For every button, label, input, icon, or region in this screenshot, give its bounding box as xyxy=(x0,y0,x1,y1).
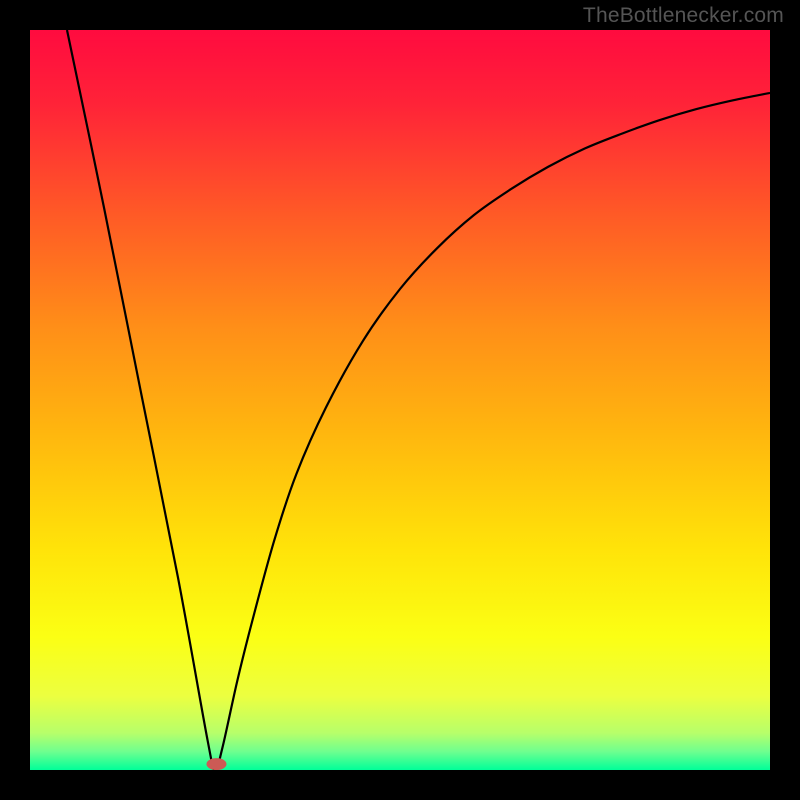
attribution-label: TheBottlenecker.com xyxy=(583,4,784,28)
bottleneck-chart xyxy=(30,30,770,770)
chart-frame: TheBottlenecker.com xyxy=(0,0,800,800)
optimal-point-marker xyxy=(206,758,226,770)
plot-background xyxy=(30,30,770,770)
